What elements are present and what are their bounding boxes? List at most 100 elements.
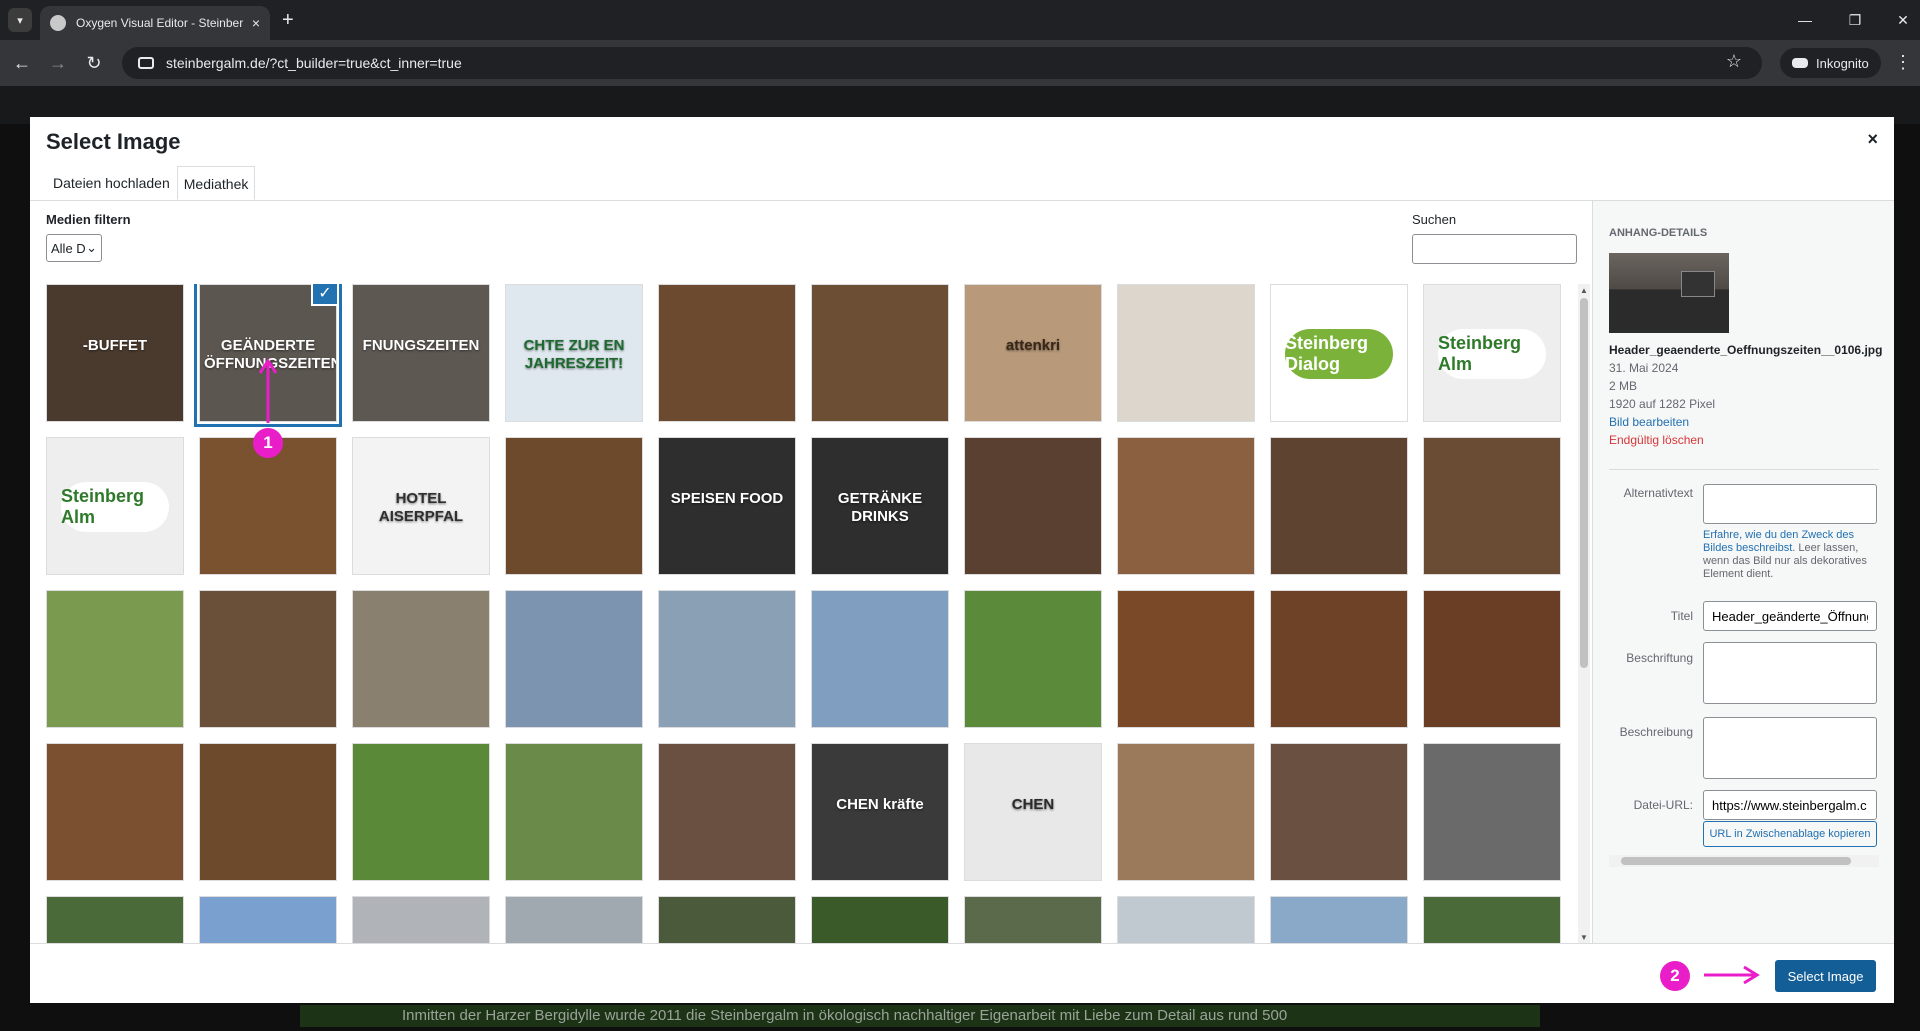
- media-thumbnail[interactable]: [811, 896, 949, 944]
- details-dimensions: 1920 auf 1282 Pixel: [1609, 397, 1716, 411]
- media-thumbnail[interactable]: [199, 743, 337, 881]
- media-thumbnail[interactable]: CHEN kräfte: [811, 743, 949, 881]
- minimize-icon[interactable]: —: [1790, 8, 1820, 32]
- media-thumbnail[interactable]: [658, 743, 796, 881]
- browser-toolbar: ← → ↻ steinbergalm.de/?ct_builder=true&c…: [0, 40, 1920, 86]
- media-thumbnail[interactable]: FNUNGSZEITEN: [352, 284, 490, 422]
- description-label: Beschreibung: [1619, 725, 1693, 739]
- media-thumbnail[interactable]: [964, 896, 1102, 944]
- media-thumbnail[interactable]: [352, 896, 490, 944]
- media-thumbnail[interactable]: [1117, 590, 1255, 728]
- window-close-icon[interactable]: ✕: [1888, 8, 1918, 32]
- reload-icon[interactable]: ↻: [82, 51, 106, 75]
- media-thumbnail[interactable]: [1423, 743, 1561, 881]
- media-thumbnail[interactable]: [658, 284, 796, 422]
- edit-image-link[interactable]: Bild bearbeiten: [1609, 415, 1689, 429]
- media-thumbnail[interactable]: [352, 590, 490, 728]
- media-thumbnail[interactable]: [505, 590, 643, 728]
- media-thumbnail[interactable]: [658, 896, 796, 944]
- media-thumbnail[interactable]: Steinberg Dialog: [1270, 284, 1408, 422]
- new-tab-button[interactable]: +: [282, 8, 294, 32]
- address-bar[interactable]: steinbergalm.de/?ct_builder=true&ct_inne…: [122, 47, 1762, 79]
- media-thumbnail[interactable]: [1423, 437, 1561, 575]
- media-thumbnail[interactable]: [1117, 437, 1255, 575]
- site-settings-icon[interactable]: [138, 57, 154, 69]
- media-thumbnail[interactable]: [1270, 896, 1408, 944]
- select-image-button[interactable]: Select Image: [1775, 960, 1876, 992]
- description-field[interactable]: [1703, 717, 1877, 779]
- copy-url-button[interactable]: URL in Zwischenablage kopieren: [1703, 821, 1877, 847]
- url-text[interactable]: steinbergalm.de/?ct_builder=true&ct_inne…: [166, 55, 462, 71]
- scroll-up-icon[interactable]: ▲: [1578, 286, 1590, 295]
- file-url-field[interactable]: [1703, 790, 1877, 820]
- media-thumbnail[interactable]: [46, 896, 184, 944]
- delete-permanently-link[interactable]: Endgültig löschen: [1609, 433, 1704, 447]
- incognito-label: Inkognito: [1816, 55, 1869, 71]
- incognito-badge[interactable]: Inkognito: [1780, 48, 1881, 78]
- media-thumbnail[interactable]: [1270, 743, 1408, 881]
- selected-check-icon[interactable]: ✓: [311, 284, 339, 306]
- annotation-arrow-up-icon: [258, 358, 278, 423]
- media-filter-select[interactable]: Alle D ⌄: [46, 234, 102, 262]
- media-thumbnail[interactable]: [505, 743, 643, 881]
- media-thumbnail[interactable]: [1117, 743, 1255, 881]
- media-thumbnail[interactable]: [1423, 896, 1561, 944]
- forward-arrow-icon[interactable]: →: [46, 51, 70, 75]
- media-thumbnail[interactable]: [505, 437, 643, 575]
- tab-upload-files[interactable]: Dateien hochladen: [46, 165, 177, 199]
- media-thumbnail[interactable]: HOTEL AISERPFAL: [352, 437, 490, 575]
- media-thumbnail[interactable]: [964, 590, 1102, 728]
- media-thumbnail[interactable]: CHTE ZUR EN JAHRESZEIT!: [505, 284, 643, 422]
- media-thumbnail[interactable]: [352, 743, 490, 881]
- back-arrow-icon[interactable]: ←: [10, 51, 34, 75]
- tab-title: Oxygen Visual Editor - Steinber: [76, 16, 244, 30]
- thumbnail-sign: [1681, 271, 1715, 297]
- media-thumbnail[interactable]: [1423, 590, 1561, 728]
- media-thumbnail[interactable]: attenkri: [964, 284, 1102, 422]
- media-thumbnail[interactable]: [658, 590, 796, 728]
- details-scrollbar-thumb[interactable]: [1621, 857, 1851, 865]
- thumbnail-text: CHEN kräfte: [836, 795, 924, 813]
- media-thumbnail[interactable]: [199, 590, 337, 728]
- modal-close-icon[interactable]: ×: [1867, 129, 1878, 150]
- browser-tab[interactable]: Oxygen Visual Editor - Steinber ×: [40, 6, 270, 40]
- tab-media-library[interactable]: Mediathek: [176, 166, 256, 200]
- thumbnail-text: FNUNGSZEITEN: [362, 336, 480, 354]
- media-thumbnail[interactable]: Steinberg Alm: [46, 437, 184, 575]
- scroll-down-icon[interactable]: ▼: [1578, 933, 1590, 942]
- restore-icon[interactable]: ❐: [1840, 8, 1870, 32]
- media-thumbnail[interactable]: [199, 896, 337, 944]
- media-thumbnail[interactable]: -BUFFET: [46, 284, 184, 422]
- attachment-details-panel: ANHANG-DETAILS Header_geaenderte_Oeffnun…: [1592, 201, 1894, 943]
- details-separator: [1609, 469, 1879, 470]
- media-thumbnail[interactable]: [964, 437, 1102, 575]
- media-thumbnail[interactable]: [1117, 896, 1255, 944]
- caption-field[interactable]: [1703, 642, 1877, 704]
- media-thumbnail[interactable]: CHEN: [964, 743, 1102, 881]
- media-thumbnail[interactable]: [505, 896, 643, 944]
- details-horizontal-scrollbar[interactable]: [1609, 855, 1879, 867]
- title-field[interactable]: [1703, 601, 1877, 631]
- details-thumbnail: [1609, 253, 1729, 333]
- alt-text-field[interactable]: [1703, 484, 1877, 524]
- media-thumbnail[interactable]: GETRÄNKE DRINKS: [811, 437, 949, 575]
- search-input[interactable]: [1412, 234, 1577, 264]
- media-thumbnail[interactable]: SPEISEN FOOD: [658, 437, 796, 575]
- thumbnail-text: HOTEL AISERPFAL: [378, 489, 464, 525]
- tab-close-icon[interactable]: ×: [252, 15, 260, 31]
- media-thumbnail[interactable]: [811, 284, 949, 422]
- media-thumbnail[interactable]: [46, 590, 184, 728]
- tab-search-button[interactable]: ▾: [8, 8, 32, 32]
- builder-content-text: Inmitten der Harzer Bergidylle wurde 201…: [300, 1005, 1540, 1027]
- media-thumbnail[interactable]: [46, 743, 184, 881]
- media-thumbnail[interactable]: [1117, 284, 1255, 422]
- media-grid-scrollbar[interactable]: ▲ ▼: [1578, 284, 1590, 944]
- scrollbar-thumb[interactable]: [1580, 298, 1588, 668]
- thumbnail-text: CHEN: [1011, 795, 1055, 813]
- browser-menu-icon[interactable]: ⋮: [1894, 52, 1912, 73]
- media-thumbnail[interactable]: [1270, 590, 1408, 728]
- media-thumbnail[interactable]: Steinberg Alm: [1423, 284, 1561, 422]
- bookmark-star-icon[interactable]: ☆: [1726, 51, 1742, 72]
- media-thumbnail[interactable]: [1270, 437, 1408, 575]
- media-thumbnail[interactable]: [811, 590, 949, 728]
